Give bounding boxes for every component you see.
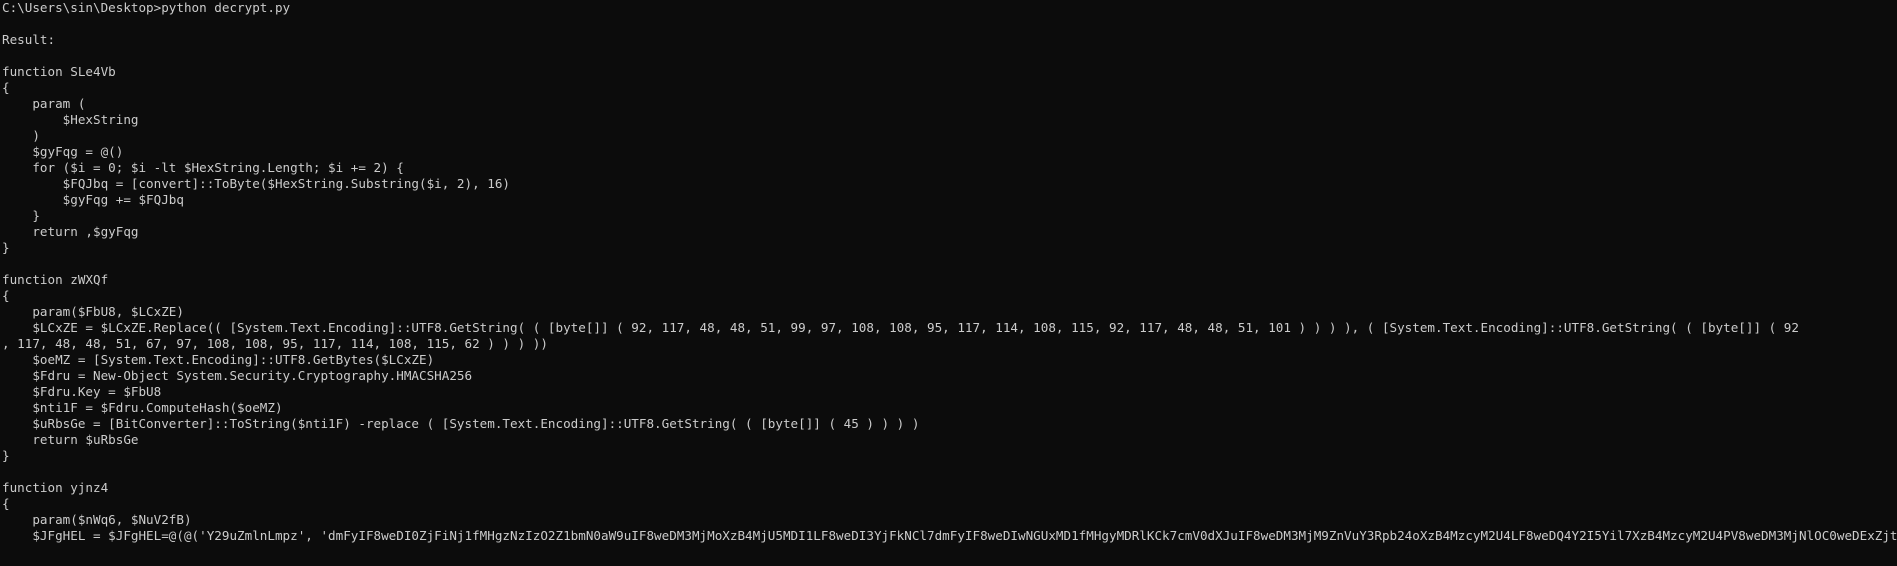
console-line: $nti1F = $Fdru.ComputeHash($oeMZ)	[2, 400, 283, 415]
console-line: }	[2, 448, 10, 463]
console-line: function SLe4Vb	[2, 64, 116, 79]
console-line: $Fdru.Key = $FbU8	[2, 384, 162, 399]
console-line: $gyFqg += $FQJbq	[2, 192, 184, 207]
console-line: $uRbsGe = [BitConverter]::ToString($nti1…	[2, 416, 920, 431]
console-line: }	[2, 240, 10, 255]
console-line: $FQJbq = [convert]::ToByte($HexString.Su…	[2, 176, 510, 191]
console-line: $oeMZ = [System.Text.Encoding]::UTF8.Get…	[2, 352, 435, 367]
console-line: param (	[2, 96, 86, 111]
console-line: , 117, 48, 48, 51, 67, 97, 108, 108, 95,…	[2, 336, 548, 351]
console-line: $gyFqg = @()	[2, 144, 124, 159]
console-line: return $uRbsGe	[2, 432, 139, 447]
console-line: function zWXQf	[2, 272, 109, 287]
console-line: function yjnz4	[2, 480, 109, 495]
console-line: param($FbU8, $LCxZE)	[2, 304, 184, 319]
console-line: Result:	[2, 32, 56, 47]
console-line: $Fdru = New-Object System.Security.Crypt…	[2, 368, 473, 383]
console-line: {	[2, 496, 10, 511]
console-line: for ($i = 0; $i -lt $HexString.Length; $…	[2, 160, 404, 175]
console-line: C:\Users\sin\Desktop>python decrypt.py	[2, 0, 291, 15]
console-line: param($nWq6, $NuV2fB)	[2, 512, 192, 527]
console-line: }	[2, 208, 40, 223]
console-line: $LCxZE = $LCxZE.Replace(( [System.Text.E…	[2, 320, 1799, 335]
console-line: {	[2, 288, 10, 303]
console-line: )	[2, 128, 40, 143]
console-line: $JFgHEL = $JFgHEL=@(@('Y29uZmlnLmpz', 'd…	[32, 528, 1897, 543]
console-line: $HexString	[2, 112, 139, 127]
console-line: {	[2, 80, 10, 95]
console-line: return ,$gyFqg	[2, 224, 139, 239]
console-window[interactable]: C:\Users\sin\Desktop>python decrypt.py Re…	[0, 0, 1897, 566]
